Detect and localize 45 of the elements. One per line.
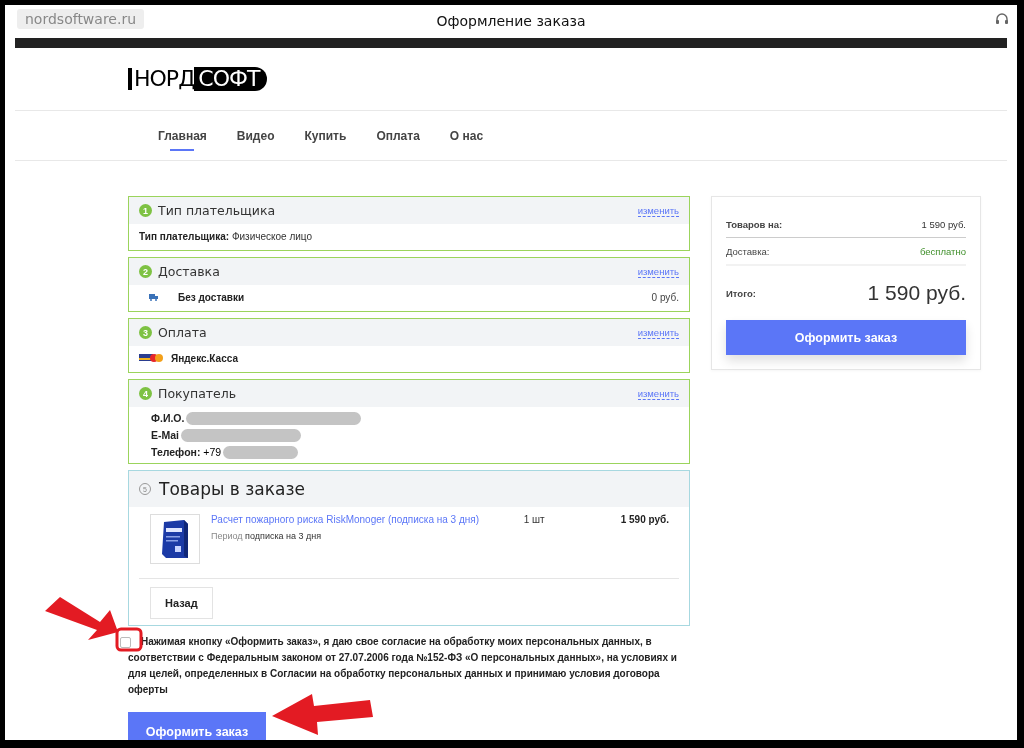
edit-link[interactable]: изменить <box>637 204 679 217</box>
product-link[interactable]: Расчет пожарного риска RiskMonoger (подписка на 3 дня) <box>211 514 513 525</box>
period-text: Период подписка на 3 дня <box>211 531 323 541</box>
buyer-field-text: E-Mai <box>151 429 179 441</box>
submit-button[interactable]: Оформить заказ <box>128 712 266 740</box>
nav-link[interactable]: Видео <box>236 120 275 151</box>
delivery-price: 0 руб. <box>651 291 679 303</box>
summary-value: бесплатно <box>920 245 966 257</box>
nav-link[interactable]: О нас <box>449 120 484 151</box>
section-title: Тип плательщика <box>158 203 277 218</box>
window-title: Оформление заказа <box>436 12 586 29</box>
summary-label: Итого: <box>726 287 756 299</box>
headphones-icon[interactable] <box>995 13 1009 25</box>
bank-card-icon <box>139 353 163 363</box>
step-number: 1 <box>139 204 152 217</box>
consent-checkbox[interactable] <box>120 637 131 648</box>
section-title: Оплата <box>158 325 208 340</box>
delivery-name: Без доставки <box>178 291 246 303</box>
summary-value: 1 590 руб. <box>867 281 966 305</box>
buyer-field-text: Ф.И.О. <box>151 412 185 424</box>
nav-link[interactable]: Главная <box>158 120 207 151</box>
quantity-text: 1 шт <box>523 514 546 527</box>
back-button[interactable]: Назад <box>150 587 213 619</box>
consent-text: Нажимая кнопку «Оформить заказ», я даю свое согласие на обработку моих персональных данных, в соответствии с Федеральным законом от 27.07.2006 года №152-ФЗ «О персональных данных», на условиях и для целей, определенных в Согласии на обработку персональных данных и принимаю условия договора оферты <box>128 635 678 697</box>
buyer-field-text: Телефон: +79 <box>151 446 222 458</box>
checkout-button[interactable]: Оформить заказ <box>726 320 966 355</box>
price-text: 1 590 руб. <box>620 514 669 527</box>
nav-link[interactable]: Купить <box>304 120 347 151</box>
edit-link[interactable]: изменить <box>637 387 679 400</box>
site-address: nordsoftware.ru <box>17 9 145 29</box>
summary-label: Доставка: <box>726 245 770 257</box>
step-number: 3 <box>139 326 152 339</box>
nav-link[interactable]: Оплата <box>376 120 420 151</box>
payment-name: Яндекс.Касса <box>171 352 238 364</box>
edit-link[interactable]: изменить <box>637 265 679 278</box>
payer-type-text: Тип плательщика: Физическое лицо <box>139 230 312 242</box>
section-title: Доставка <box>158 264 221 279</box>
summary-value: 1 590 руб. <box>921 218 966 230</box>
summary-label: Товаров на: <box>726 218 783 230</box>
step-number: 4 <box>139 387 152 400</box>
truck-icon <box>149 293 158 301</box>
section-title: Товары в заказе <box>159 479 305 499</box>
step-number: 2 <box>139 265 152 278</box>
edit-link[interactable]: изменить <box>637 326 679 339</box>
section-title: Покупатель <box>158 386 238 401</box>
